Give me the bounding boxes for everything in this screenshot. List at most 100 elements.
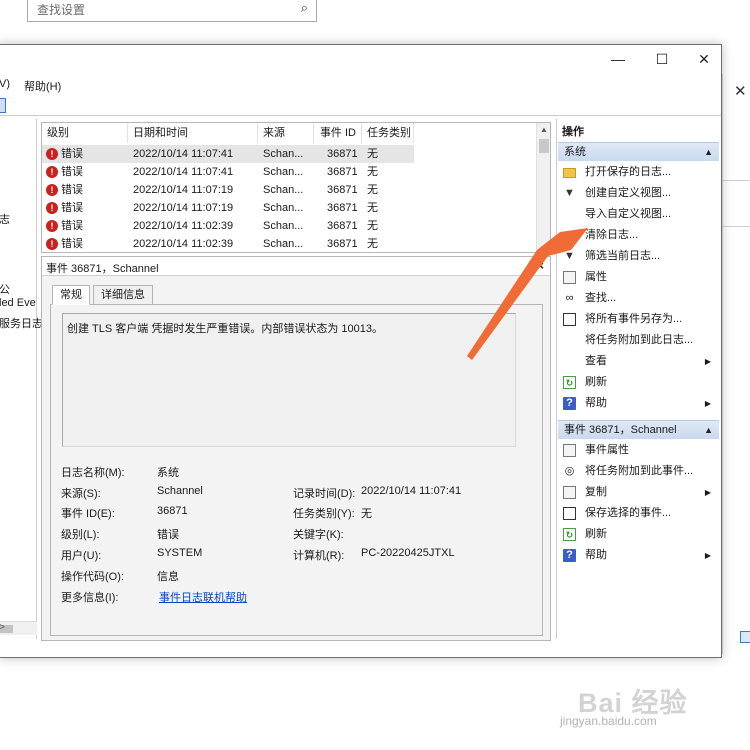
menu-help[interactable]: 帮助(H) [24,78,61,94]
row-level: 错误 [61,148,83,160]
action-label: 属性 [585,271,607,283]
event-id-label: 事件 ID(E): [61,508,115,520]
action-label: 帮助 [585,397,607,409]
user-value: SYSTEM [157,547,203,559]
action-label: 刷新 [585,376,607,388]
action-label: 清除日志... [585,229,639,241]
keywords-label: 关键字(K): [293,529,344,541]
section-header-event[interactable]: 事件 36871，Schannel ▲ [558,420,719,439]
event-viewer-window: — ☐ ✕ V) 帮助(H) 志 公 led Eve 服务日志 > 级别 日期和… [0,44,722,658]
table-row[interactable]: ! 错误 2022/10/14 11:02:39 Schan... 36871 … [42,235,414,252]
section-title: 事件 36871，Schannel [564,424,677,436]
collapse-icon[interactable]: ▲ [704,421,713,440]
vertical-scrollbar[interactable]: ▲ [536,123,550,252]
tab-details[interactable]: 详细信息 [93,285,153,305]
action-help[interactable]: ? 帮助 ▶ [557,393,719,414]
column-header-source[interactable]: 来源 [258,123,314,143]
row-event-id: 36871 [327,166,358,178]
action-filter-current-log[interactable]: ▼ 筛选当前日志... [557,246,719,267]
section-header-system[interactable]: 系统 ▲ [558,142,719,161]
action-label: 保存选择的事件... [585,507,672,519]
action-help-event[interactable]: ? 帮助 ▶ [557,545,719,566]
tab-general[interactable]: 常规 [52,285,90,305]
computer-value: PC-20220425JTXL [361,547,455,559]
action-open-saved-log[interactable]: 打开保存的日志... [557,162,719,183]
row-event-id: 36871 [327,220,358,232]
action-save-selected-events[interactable]: 保存选择的事件... [557,503,719,524]
maximize-button[interactable]: ☐ [647,51,677,68]
scroll-right-icon[interactable]: > [0,622,34,633]
row-datetime: 2022/10/14 11:07:41 [133,166,234,178]
action-label: 筛选当前日志... [585,250,661,262]
row-task: 无 [367,238,378,250]
row-source: Schan... [263,166,304,178]
action-find[interactable]: ∞ 查找... [557,288,719,309]
row-source: Schan... [263,184,304,196]
nav-item[interactable]: 公 [0,281,10,297]
action-attach-task-to-log[interactable]: 将任务附加到此日志... [557,330,719,351]
action-properties[interactable]: 属性 [557,267,719,288]
table-row[interactable]: ! 错误 2022/10/14 11:07:19 Schan... 36871 … [42,199,414,217]
scroll-up-icon[interactable]: ▲ [540,125,548,134]
column-header-event-id[interactable]: 事件 ID [314,123,362,143]
toolbar [0,96,721,116]
actions-title: 操作 [562,126,584,138]
folder-icon [563,168,576,178]
row-source: Schan... [263,238,304,250]
minimize-button[interactable]: — [603,51,633,67]
row-event-id: 36871 [327,148,358,160]
event-id-value: 36871 [157,505,188,517]
action-label: 导入自定义视图... [585,208,672,220]
column-header-level[interactable]: 级别 [42,123,128,143]
action-clear-log[interactable]: 清除日志... [557,225,719,246]
refresh-icon: ↻ [563,376,576,389]
row-level: 错误 [61,184,83,196]
submenu-arrow-icon: ▶ [704,399,711,408]
event-description: 创建 TLS 客户端 凭据时发生严重错误。内部错误状态为 10013。 [67,323,383,335]
row-task: 无 [367,220,378,232]
settings-search-box[interactable]: 查找设置 ⌕ [27,0,317,22]
action-event-properties[interactable]: 事件属性 [557,440,719,461]
event-list: 级别 日期和时间 来源 事件 ID 任务类别 ! 错误 2022/10/14 1… [41,122,551,253]
column-header-datetime[interactable]: 日期和时间 [128,123,258,143]
toolbar-pane-icon[interactable] [0,98,6,113]
table-row[interactable]: ! 错误 2022/10/14 11:07:41 Schan... 36871 … [42,163,414,181]
nav-item[interactable]: 志 [0,211,10,227]
more-info-label: 更多信息(I): [61,592,119,604]
table-row[interactable]: ! 错误 2022/10/14 11:07:19 Schan... 36871 … [42,181,414,199]
action-save-all-events[interactable]: 将所有事件另存为... [557,309,719,330]
action-view[interactable]: 查看 ▶ [557,351,719,372]
event-detail-panel: 事件 36871，Schannel × 常规 详细信息 创建 TLS 客户端 凭… [41,256,551,641]
action-import-custom-view[interactable]: 导入自定义视图... [557,204,719,225]
close-button[interactable]: ✕ [689,51,719,68]
search-icon[interactable]: ⌕ [301,0,308,16]
action-refresh[interactable]: ↻ 刷新 [557,372,719,393]
collapse-icon[interactable]: ▲ [704,143,713,162]
event-description-box[interactable]: 创建 TLS 客户端 凭据时发生严重错误。内部错误状态为 10013。 [62,313,516,447]
scrollbar-thumb[interactable] [539,139,549,153]
view-toggle-icon[interactable] [740,631,750,643]
action-copy[interactable]: 复制 ▶ [557,482,719,503]
nav-item[interactable]: led Eve [0,297,36,309]
action-label: 刷新 [585,528,607,540]
row-source: Schan... [263,148,304,160]
actions-pane: 操作 系统 ▲ 打开保存的日志... ▼ 创建自定义视图... 导入自定义视图.… [556,119,721,639]
menu-view[interactable]: V) [0,78,10,90]
table-row[interactable]: ! 错误 2022/10/14 11:07:41 Schan... 36871 … [42,145,414,163]
online-help-link[interactable]: 事件日志联机帮助 [159,589,247,605]
source-label: 来源(S): [61,488,101,500]
log-name-value: 系统 [157,467,179,479]
source-value: Schannel [157,485,203,497]
computer-label: 计算机(R): [293,550,345,562]
close-detail-icon[interactable]: × [536,258,544,273]
horizontal-scrollbar[interactable]: > [0,621,37,635]
nav-item[interactable]: 服务日志 [0,315,43,331]
row-event-id: 36871 [327,184,358,196]
close-icon[interactable]: ✕ [734,82,747,100]
action-refresh-event[interactable]: ↻ 刷新 [557,524,719,545]
column-header-task-category[interactable]: 任务类别 [362,123,414,143]
filter-icon: ▼ [564,250,575,262]
table-row[interactable]: ! 错误 2022/10/14 11:02:39 Schan... 36871 … [42,217,414,235]
action-create-custom-view[interactable]: ▼ 创建自定义视图... [557,183,719,204]
action-attach-task-to-event[interactable]: ◎ 将任务附加到此事件... [557,461,719,482]
